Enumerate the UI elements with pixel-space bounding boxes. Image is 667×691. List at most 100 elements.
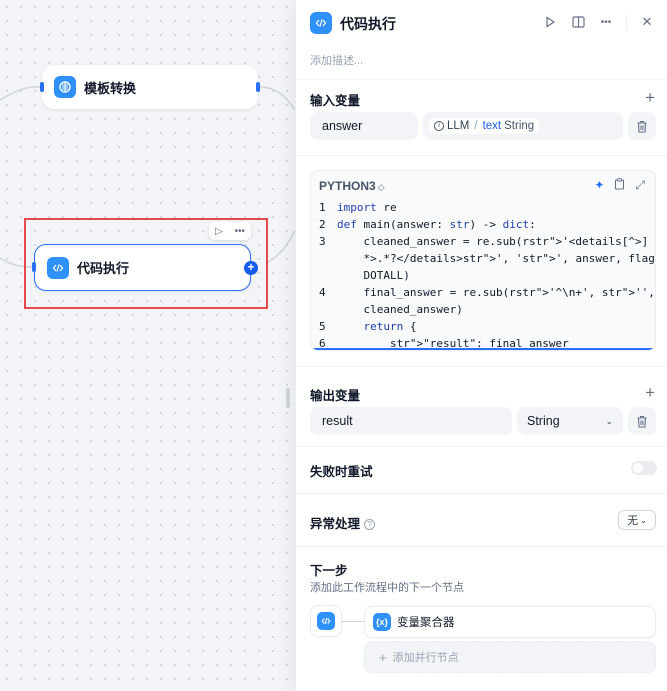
line-text: cleaned_answer = re.sub(rstr">'<details[…	[337, 235, 649, 248]
more-icon[interactable]: •••	[598, 14, 614, 30]
source-variable-label: text	[482, 120, 502, 132]
error-handling-select[interactable]: 无 ⌄	[618, 510, 656, 530]
line-text: import re	[337, 201, 397, 214]
panel-actions: ••• ✕	[542, 14, 655, 30]
expand-icon[interactable]: ⤢	[635, 178, 645, 193]
node-toolbar: ▷ •••	[209, 222, 251, 240]
llm-icon: i	[434, 121, 444, 131]
run-node-icon[interactable]: ▷	[215, 226, 223, 237]
line-text: DOTALL)	[337, 269, 410, 282]
code-icon	[317, 612, 335, 630]
code-line[interactable]: 3 cleaned_answer = re.sub(rstr">'<detail…	[311, 233, 655, 250]
template-transform-icon	[54, 76, 76, 98]
plus-icon: +	[379, 649, 387, 665]
next-node-label: 变量聚合器	[397, 617, 455, 629]
retry-toggle[interactable]	[631, 461, 657, 475]
next-step-title: 下一步	[310, 564, 348, 578]
language-label: PYTHON3	[319, 179, 376, 193]
node-label: 代码执行	[77, 261, 130, 276]
next-step-description: 添加此工作流程中的下一个节点	[310, 582, 464, 594]
add-parallel-node-button[interactable]: + 添加并行节点	[364, 641, 656, 673]
description-input[interactable]: 添加描述...	[310, 52, 363, 68]
line-text: final_answer = re.sub(rstr">'^\n+', str"…	[337, 286, 655, 299]
output-type-label: String	[527, 414, 560, 428]
divider	[296, 366, 667, 367]
add-output-variable-icon[interactable]: +	[645, 384, 655, 401]
copy-icon[interactable]	[614, 178, 625, 193]
node-input-handle[interactable]	[32, 262, 36, 272]
variable-reference-chip: i LLM / text String	[429, 118, 540, 134]
code-icon	[310, 12, 332, 34]
add-input-variable-icon[interactable]: +	[645, 89, 655, 106]
output-variable-type-select[interactable]: String ⌄	[517, 407, 623, 435]
line-text: def main(answer: str) -> dict:	[337, 218, 536, 231]
more-icon[interactable]: •••	[235, 226, 246, 237]
code-line[interactable]: *>.*?</details>str">', 'str">', answer, …	[311, 250, 655, 267]
divider	[296, 546, 667, 547]
current-node-badge	[310, 605, 342, 637]
code-line[interactable]: 4 final_answer = re.sub(rstr">'^\n+', st…	[311, 284, 655, 301]
chevron-down-icon: ⌄	[605, 415, 613, 426]
panel-title[interactable]: 代码执行	[340, 14, 396, 34]
ai-generate-icon[interactable]: ✦	[594, 178, 604, 193]
code-editor[interactable]: PYTHON3 ◇ ✦ ⤢ 1 import re 2 def main(answer:…	[310, 170, 656, 351]
divider	[626, 15, 627, 29]
next-node-item[interactable]: {x} 变量聚合器	[364, 606, 656, 638]
code-execution-node[interactable]: 代码执行	[34, 244, 251, 291]
add-parallel-label: 添加并行节点	[392, 652, 459, 664]
node-settings-panel: 代码执行 ••• ✕ 添加描述... 输入变量 + answer i LLM /…	[295, 0, 667, 691]
input-variable-name[interactable]: answer	[310, 112, 418, 140]
error-handling-label: 异常处理	[310, 517, 361, 531]
node-input-handle[interactable]	[40, 82, 44, 92]
code-line[interactable]: 1 import re	[311, 199, 655, 216]
panel-header: 代码执行 ••• ✕ 添加描述...	[296, 0, 667, 80]
code-content[interactable]: 1 import re 2 def main(answer: str) -> dict…	[311, 199, 655, 350]
docs-icon[interactable]	[570, 14, 586, 30]
run-icon[interactable]	[542, 14, 558, 30]
connector-line	[342, 621, 364, 622]
line-number: 1	[319, 201, 326, 214]
source-type-label: String	[504, 120, 535, 132]
line-text: cleaned_answer)	[337, 303, 463, 316]
language-selector[interactable]: PYTHON3 ◇	[319, 179, 385, 193]
node-label: 模板转换	[84, 80, 137, 96]
template-transform-node[interactable]: 模板转换	[42, 65, 258, 109]
panel-resize-handle[interactable]	[286, 388, 290, 408]
line-number: 5	[319, 320, 326, 333]
editor-tools: ✦ ⤢	[594, 178, 645, 193]
retry-label: 失败时重试	[310, 465, 373, 479]
line-number	[311, 267, 337, 284]
help-icon[interactable]: ?	[364, 519, 376, 530]
chevron-down-icon: ⌄	[640, 515, 647, 525]
input-variable-source[interactable]: i LLM / text String	[423, 112, 623, 140]
line-text: *>.*?</details>str">', 'str">', answer, …	[337, 252, 655, 265]
output-variable-name[interactable]: result	[310, 407, 512, 435]
close-icon[interactable]: ✕	[639, 14, 655, 30]
separator: /	[474, 120, 478, 132]
delete-output-variable-icon[interactable]	[628, 407, 656, 435]
line-number: 2	[319, 218, 326, 231]
error-handling-title: 异常处理?	[310, 513, 376, 532]
code-line[interactable]: 2 def main(answer: str) -> dict:	[311, 216, 655, 233]
add-next-node-icon[interactable]: +	[244, 261, 258, 275]
node-output-handle[interactable]	[256, 82, 260, 92]
code-icon	[47, 256, 69, 279]
divider	[296, 446, 667, 447]
code-line[interactable]: cleaned_answer)	[311, 301, 655, 318]
line-number: 3	[319, 235, 326, 248]
line-text: return {	[363, 320, 417, 333]
sort-icon: ◇	[377, 182, 385, 192]
delete-input-variable-icon[interactable]	[628, 112, 656, 140]
input-variables-title: 输入变量	[310, 94, 361, 108]
code-line[interactable]: DOTALL)	[311, 267, 655, 284]
line-number	[311, 250, 337, 267]
editor-focus-bar	[311, 348, 655, 350]
code-line[interactable]: 5 return {	[311, 318, 655, 335]
error-handling-value: 无	[627, 515, 639, 527]
line-number: 4	[319, 286, 326, 299]
variable-aggregator-icon: {x}	[373, 613, 391, 631]
divider	[296, 493, 667, 494]
editor-toolbar: PYTHON3 ◇ ✦ ⤢	[311, 171, 655, 199]
source-node-label: LLM	[447, 120, 470, 132]
line-number	[311, 301, 337, 318]
